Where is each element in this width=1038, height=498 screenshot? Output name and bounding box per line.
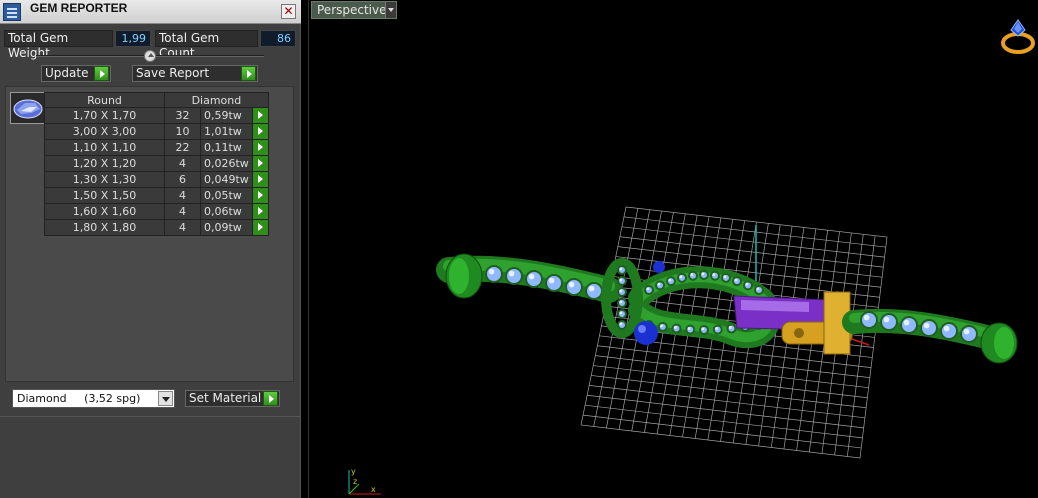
- gem-weight-cell: 0,06tw: [200, 203, 253, 220]
- chevron-down-icon[interactable]: [385, 2, 396, 18]
- total-gem-count-value: 86: [260, 30, 296, 47]
- gem-weight-cell: 0,026tw: [200, 155, 253, 172]
- panel-title: GEM REPORTER: [30, 1, 128, 15]
- save-report-play-icon: [241, 66, 256, 81]
- gem-size-cell: 1,50 X 1,50: [44, 187, 165, 204]
- gem-count-cell: 4: [164, 203, 201, 220]
- gem-weight-cell: 1,01tw: [200, 123, 253, 140]
- small-blue-sphere: [653, 261, 665, 273]
- table-row: 1,70 X 1,70 32 0,59tw: [44, 107, 269, 124]
- table-row: 1,80 X 1,80 4 0,09tw: [44, 219, 269, 236]
- update-button[interactable]: Update: [41, 65, 111, 82]
- set-material-button-label: Set Material: [189, 391, 262, 405]
- svg-text:y: y: [351, 467, 356, 476]
- table-row: 1,20 X 1,20 4 0,026tw: [44, 155, 269, 172]
- update-button-label: Update: [45, 66, 89, 80]
- gem-count-cell: 22: [164, 139, 201, 156]
- save-report-button[interactable]: Save Report: [132, 65, 258, 82]
- axis-gizmo-icon: y x z: [348, 467, 381, 495]
- round-gem-thumbnail-icon[interactable]: [10, 92, 46, 124]
- total-gem-weight-value: 1,99: [115, 30, 151, 47]
- column-header-material: Diamond: [164, 92, 269, 108]
- gem-size-cell: 1,80 X 1,80: [44, 219, 165, 236]
- gem-weight-cell: 0,59tw: [200, 107, 253, 124]
- row-select-play-icon[interactable]: [251, 123, 269, 140]
- row-select-play-icon[interactable]: [251, 203, 269, 220]
- gem-reporter-icon: [3, 3, 21, 21]
- ring-icon[interactable]: [999, 16, 1037, 56]
- view-mode-label: Perspective: [317, 3, 387, 17]
- total-gem-weight-label: Total Gem Weight: [4, 30, 113, 60]
- gem-size-cell: 1,10 X 1,10: [44, 139, 165, 156]
- gem-count-cell: 32: [164, 107, 201, 124]
- table-row: 1,30 X 1,30 6 0,049tw: [44, 171, 269, 188]
- svg-text:z: z: [353, 477, 357, 486]
- view-mode-dropdown[interactable]: Perspective: [311, 1, 397, 19]
- gem-table: Round Diamond 1,70 X 1,70 32 0,59tw 3,00 X …: [44, 92, 269, 236]
- table-row: 1,50 X 1,50 4 0,05tw: [44, 187, 269, 204]
- set-material-button[interactable]: Set Material: [185, 390, 280, 407]
- gem-size-cell: 1,30 X 1,30: [44, 171, 165, 188]
- table-row: 3,00 X 3,00 10 1,01tw: [44, 123, 269, 140]
- total-gem-count-label: Total Gem Count: [155, 30, 258, 60]
- material-select[interactable]: Diamond (3,52 spg): [12, 389, 175, 408]
- gem-reporter-panel: GEM REPORTER ✕ Total Gem Weight 1,99 Tot…: [0, 0, 301, 498]
- gem-weight-cell: 0,05tw: [200, 187, 253, 204]
- gem-weight-cell: 0,11tw: [200, 139, 253, 156]
- update-play-icon: [94, 66, 109, 81]
- column-header-shape: Round: [44, 92, 165, 108]
- blue-sphere: [634, 321, 658, 345]
- table-row: 1,10 X 1,10 22 0,11tw: [44, 139, 269, 156]
- row-select-play-icon[interactable]: [251, 139, 269, 156]
- close-icon[interactable]: ✕: [281, 4, 296, 19]
- gem-count-cell: 4: [164, 187, 201, 204]
- gem-count-cell: 4: [164, 155, 201, 172]
- panel-titlebar: GEM REPORTER ✕: [0, 0, 301, 24]
- gem-size-cell: 1,60 X 1,60: [44, 203, 165, 220]
- gem-size-cell: 1,20 X 1,20: [44, 155, 165, 172]
- x-axis-line: [848, 337, 870, 346]
- row-select-play-icon[interactable]: [251, 107, 269, 124]
- gem-weight-cell: 0,049tw: [200, 171, 253, 188]
- row-select-play-icon[interactable]: [251, 187, 269, 204]
- table-row: 1,60 X 1,60 4 0,06tw: [44, 203, 269, 220]
- gem-count-cell: 10: [164, 123, 201, 140]
- row-select-play-icon[interactable]: [251, 155, 269, 172]
- gem-weight-cell: 0,09tw: [200, 219, 253, 236]
- chevron-down-icon[interactable]: [158, 391, 173, 406]
- panel-divider: [0, 416, 301, 417]
- gem-count-cell: 4: [164, 219, 201, 236]
- set-material-play-icon: [263, 391, 278, 406]
- row-select-play-icon[interactable]: [251, 171, 269, 188]
- gem-size-cell: 1,70 X 1,70: [44, 107, 165, 124]
- svg-text:x: x: [371, 485, 376, 494]
- save-report-button-label: Save Report: [136, 66, 210, 80]
- 3d-viewport[interactable]: Perspective y x z: [308, 0, 1038, 498]
- row-select-play-icon[interactable]: [251, 219, 269, 236]
- slider-thumb[interactable]: [144, 50, 156, 62]
- gem-count-cell: 6: [164, 171, 201, 188]
- ring-model-scene[interactable]: [309, 0, 1038, 498]
- gem-size-cell: 3,00 X 3,00: [44, 123, 165, 140]
- material-select-value: Diamond (3,52 spg): [17, 392, 141, 405]
